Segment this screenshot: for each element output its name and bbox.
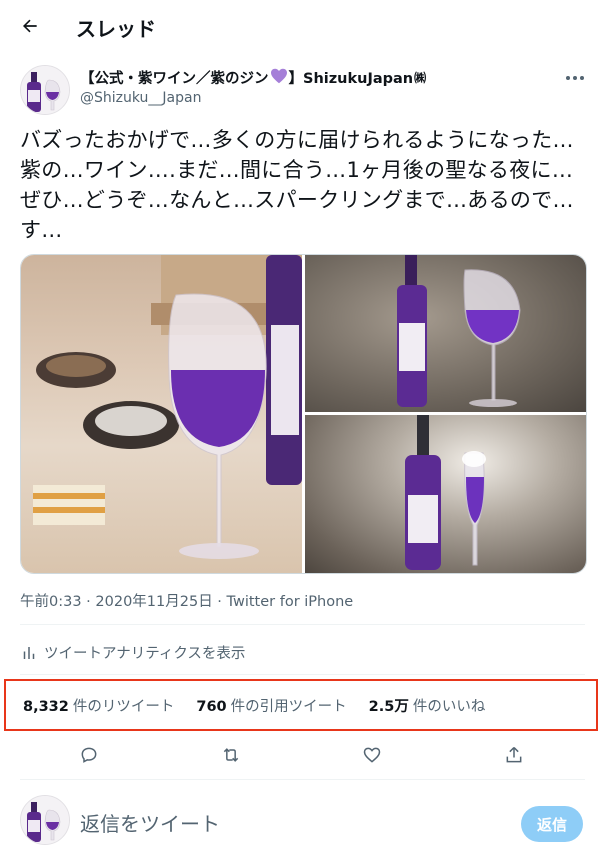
author-avatar[interactable] — [20, 65, 70, 115]
author-name-tag: ㈱ — [414, 71, 427, 85]
retweet-button[interactable] — [213, 737, 249, 773]
arrow-left-icon — [23, 19, 37, 33]
more-options-button[interactable] — [560, 66, 590, 90]
analytics-icon — [23, 646, 35, 659]
reply-avatar[interactable] — [20, 795, 70, 845]
tweet-photo-1[interactable] — [21, 255, 302, 573]
back-button[interactable] — [14, 10, 46, 42]
author-name-suffix: 】ShizukuJapan — [288, 71, 414, 87]
tweet-photo-2[interactable] — [305, 255, 586, 412]
more-dots-icon — [566, 76, 584, 80]
author-name[interactable]: 【公式・紫ワイン／紫のジン 】ShizukuJapan ㈱ — [80, 67, 426, 88]
reply-submit-button[interactable]: 返信 — [521, 806, 583, 842]
tweet-media-grid — [20, 254, 587, 574]
tweet-stats: 8,332 件のリツイート 760 件の引用ツイート 2.5万 件のいいね — [23, 695, 485, 716]
wine-bottle-avatar-image — [21, 66, 69, 114]
purple-heart-icon — [270, 68, 288, 88]
divider — [20, 624, 585, 625]
divider — [20, 779, 585, 780]
reply-icon — [81, 747, 97, 763]
tweet-actions — [0, 737, 601, 773]
page-title: スレッド — [76, 17, 156, 41]
thread-header: スレッド — [0, 0, 601, 52]
reply-button[interactable] — [71, 737, 107, 773]
analytics-label: ツイートアナリティクスを表示 — [44, 646, 246, 662]
tweet-text: バズったおかげで…多くの方に届けられるようになった…紫の…ワイン….まだ…間に合… — [20, 128, 574, 242]
wine-bottle-avatar-image — [21, 796, 69, 844]
tweet-photo-3[interactable] — [305, 415, 586, 573]
like-count[interactable]: 2.5万 件のいいね — [369, 695, 486, 716]
retweet-icon — [223, 748, 239, 762]
like-button[interactable] — [354, 737, 390, 773]
analytics-link[interactable]: ツイートアナリティクスを表示 — [20, 642, 245, 663]
share-button[interactable] — [496, 737, 532, 773]
reply-input[interactable]: 返信をツイート — [80, 808, 220, 837]
quote-tweet-count[interactable]: 760 件の引用ツイート — [196, 695, 346, 716]
author-name-prefix: 【公式・紫ワイン／紫のジン — [80, 71, 269, 87]
share-icon — [506, 746, 522, 763]
divider — [20, 674, 585, 675]
heart-outline-icon — [363, 747, 381, 763]
retweet-count[interactable]: 8,332 件のリツイート — [23, 695, 174, 716]
author-handle[interactable]: @Shizuku__Japan — [80, 90, 201, 106]
tweet-timestamp[interactable]: 午前0:33 · 2020年11月25日 · Twitter for iPhon… — [20, 590, 353, 611]
